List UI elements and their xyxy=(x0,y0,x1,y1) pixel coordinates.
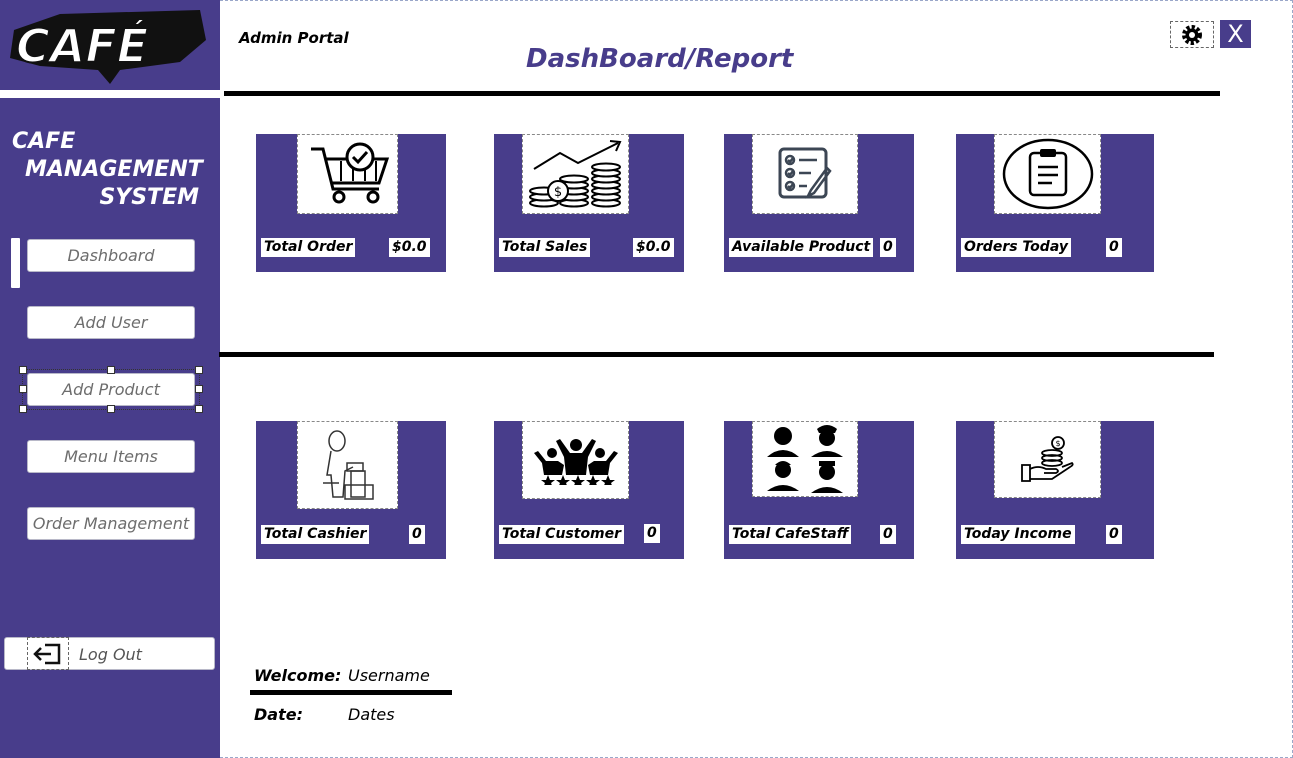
close-button[interactable]: X xyxy=(1220,20,1251,48)
svg-text:$: $ xyxy=(1055,439,1060,448)
orders-today-card: Orders Today 0 xyxy=(956,134,1154,272)
card-label: Total Customer xyxy=(499,525,625,544)
footer-divider xyxy=(250,690,452,695)
total-cafestaff-card: Total CafeStaff 0 xyxy=(724,421,914,559)
selection-handle[interactable] xyxy=(195,366,203,374)
card-label: Total CafeStaff xyxy=(729,525,852,544)
cashier-icon xyxy=(297,421,398,509)
shopping-cart-icon xyxy=(297,134,398,214)
card-label: Orders Today xyxy=(961,238,1071,257)
nav-dashboard-button[interactable]: Dashboard xyxy=(27,239,195,272)
sidebar: CAFÉ CAFE MANAGEMENT SYSTEM Dashboard Ad… xyxy=(0,0,220,758)
selection-handle[interactable] xyxy=(195,405,203,413)
available-product-card: Available Product 0 xyxy=(724,134,914,272)
total-sales-card: $ Total Sales $0.0 xyxy=(494,134,684,272)
card-value: $0.0 xyxy=(633,238,674,257)
selection-handle[interactable] xyxy=(107,366,115,374)
total-cashier-card: Total Cashier 0 xyxy=(256,421,446,559)
gear-icon xyxy=(1182,24,1202,45)
welcome-label: Welcome: xyxy=(254,666,342,685)
card-value: 0 xyxy=(880,238,896,257)
card-value: $0.0 xyxy=(389,238,430,257)
brand-line-1: CAFE xyxy=(12,129,76,154)
checklist-icon xyxy=(752,134,858,214)
selection-handle[interactable] xyxy=(19,405,27,413)
card-label: Total Sales xyxy=(499,238,591,257)
settings-button[interactable] xyxy=(1170,21,1214,48)
brand-line-3: SYSTEM xyxy=(99,185,199,210)
card-label: Available Product xyxy=(729,238,874,257)
logout-icon xyxy=(27,637,69,670)
active-nav-indicator xyxy=(11,238,20,288)
selection-handle[interactable] xyxy=(107,405,115,413)
logout-label: Log Out xyxy=(79,645,142,664)
card-label: Total Cashier xyxy=(261,525,370,544)
selection-handle[interactable] xyxy=(19,366,27,374)
card-value: 0 xyxy=(880,525,896,544)
logo-text: CAFÉ xyxy=(16,19,148,73)
cafe-logo: CAFÉ xyxy=(0,0,220,90)
total-customer-card: Total Customer 0 xyxy=(494,421,684,559)
card-label: Today Income xyxy=(961,525,1075,544)
date-label: Date: xyxy=(254,705,303,724)
selection-handle[interactable] xyxy=(195,385,203,393)
nav-menu-items-button[interactable]: Menu Items xyxy=(27,440,195,473)
svg-text:$: $ xyxy=(553,185,561,200)
income-hand-icon: $ xyxy=(994,421,1101,498)
today-income-card: $ Today Income 0 xyxy=(956,421,1154,559)
brand-line-2: MANAGEMENT xyxy=(25,157,203,182)
sales-coins-icon: $ xyxy=(522,134,629,214)
selection-handle[interactable] xyxy=(19,385,27,393)
logo-divider xyxy=(0,90,220,98)
page-title: DashBoard/Report xyxy=(526,44,794,74)
date-value: Dates xyxy=(348,705,395,724)
portal-label: Admin Portal xyxy=(239,29,349,47)
nav-order-management-button[interactable]: Order Management xyxy=(27,507,195,540)
total-order-card: Total Order $0.0 xyxy=(256,134,446,272)
card-value: 0 xyxy=(1106,238,1122,257)
welcome-username: Username xyxy=(348,666,430,685)
logout-button[interactable]: Log Out xyxy=(4,637,215,670)
header-divider xyxy=(224,91,1220,96)
section-divider xyxy=(219,352,1214,357)
card-value: 0 xyxy=(409,525,425,544)
card-label: Total Order xyxy=(261,238,356,257)
brand-title: CAFE MANAGEMENT SYSTEM xyxy=(10,128,205,212)
customers-icon xyxy=(522,421,629,499)
card-value: 0 xyxy=(644,524,660,543)
nav-add-user-button[interactable]: Add User xyxy=(27,306,195,339)
card-value: 0 xyxy=(1106,525,1122,544)
nav-add-product-button[interactable]: Add Product xyxy=(27,373,195,406)
clipboard-icon xyxy=(994,134,1101,214)
staff-icon xyxy=(752,421,858,497)
